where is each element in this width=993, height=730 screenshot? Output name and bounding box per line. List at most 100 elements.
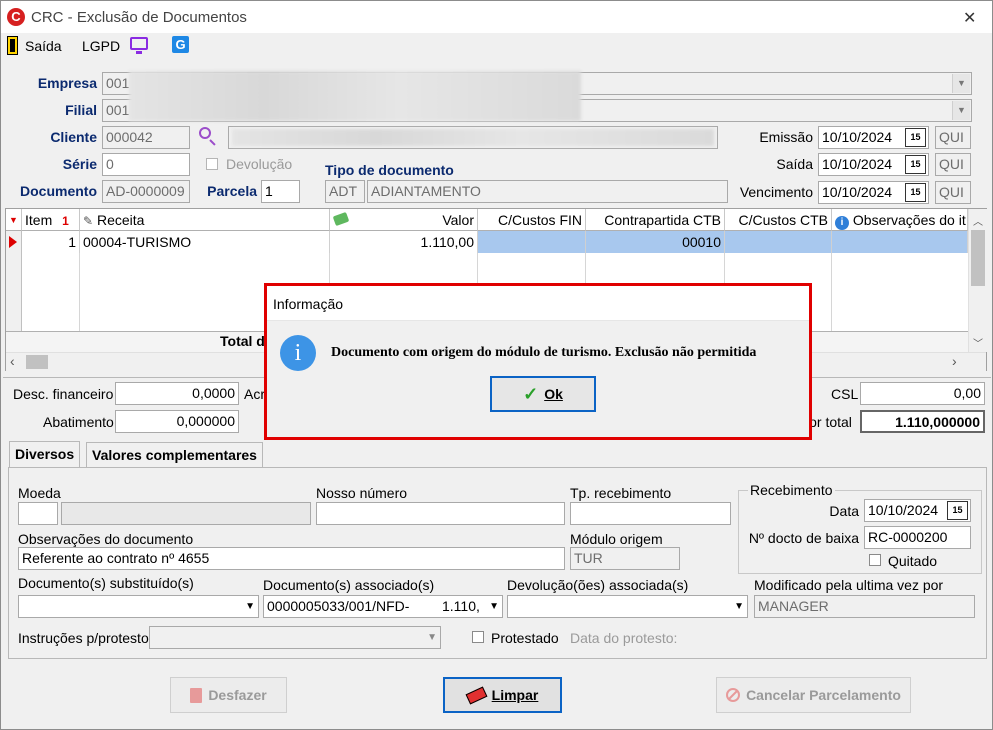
serie-input[interactable]: 0: [102, 153, 190, 176]
chevron-down-icon[interactable]: ▼: [734, 596, 744, 617]
associado-select[interactable]: 0000005033/001/NFD- 1.110, ▼: [263, 595, 503, 618]
filial-label: Filial: [65, 102, 97, 118]
scroll-up-icon[interactable]: ︿: [973, 213, 983, 228]
close-icon[interactable]: ✕: [963, 8, 976, 28]
devolucao-checkbox[interactable]: [206, 158, 218, 170]
exit-button[interactable]: Saída: [25, 38, 62, 54]
data-protesto-label: Data do protesto:: [570, 630, 678, 646]
vertical-scrollbar[interactable]: ︿ ﹀: [968, 209, 987, 352]
docto-baixa-input[interactable]: RC-0000200: [864, 526, 971, 549]
modificado-label: Modificado pela ultima vez por: [754, 577, 944, 593]
cliente-input[interactable]: 000042: [102, 126, 190, 149]
parcela-input[interactable]: 1: [261, 180, 300, 203]
csl-label: CSL: [831, 386, 859, 402]
chevron-down-icon[interactable]: ▼: [952, 101, 970, 120]
tab-valores-complementares[interactable]: Valores complementares: [86, 442, 263, 468]
observacoes-label: Observações do documento: [18, 531, 194, 547]
g-app-icon[interactable]: G: [172, 36, 189, 53]
calendar-icon[interactable]: 15: [905, 155, 926, 174]
nosso-numero-input[interactable]: [316, 502, 565, 525]
app-logo-icon: C: [7, 8, 25, 26]
moeda-input[interactable]: [18, 502, 58, 525]
column-header-item[interactable]: Item 1: [22, 209, 80, 231]
tipo-doc-code[interactable]: ADT: [325, 180, 365, 203]
tab-diversos[interactable]: Diversos: [9, 441, 81, 468]
cell-valor: 1.110,00: [330, 231, 478, 253]
desc-financeiro-label: Desc. financeiro: [13, 386, 114, 402]
cancel-icon: [726, 688, 741, 702]
observacoes-input[interactable]: Referente ao contrato nº 4655: [18, 547, 565, 570]
abatimento-label: Abatimento: [43, 414, 114, 430]
main-window: C CRC - Exclusão de Documentos ✕ Saída L…: [0, 0, 993, 730]
calendar-icon[interactable]: 15: [947, 501, 968, 520]
cancelar-parcelamento-button[interactable]: Cancelar Parcelamento: [716, 677, 911, 713]
column-header-observacoes[interactable]: i Observações do it: [832, 209, 968, 231]
tp-recebimento-input[interactable]: [570, 502, 731, 525]
desc-financeiro-input[interactable]: 0,0000: [115, 382, 239, 405]
column-header-valor[interactable]: Valor: [330, 209, 478, 231]
scroll-down-icon[interactable]: ﹀: [973, 335, 983, 350]
info-icon: i: [835, 216, 849, 230]
ok-button[interactable]: ✓ Ok: [490, 376, 596, 412]
check-icon: ✓: [523, 383, 539, 404]
protestado-checkbox[interactable]: [472, 631, 484, 643]
cell-observacoes: [832, 231, 968, 253]
trash-icon: [190, 687, 203, 703]
title-bar: C CRC - Exclusão de Documentos ✕: [1, 1, 992, 33]
scroll-thumb[interactable]: [971, 230, 985, 286]
instrucoes-label: Instruções p/protesto: [18, 630, 149, 646]
cell-cc-fin: [478, 231, 586, 253]
limpar-button[interactable]: Limpar: [443, 677, 562, 713]
substituido-select[interactable]: ▼: [18, 595, 259, 618]
acr-label: Acr: [244, 386, 265, 402]
moeda-name-field: [61, 502, 311, 525]
scroll-right-icon[interactable]: ›: [952, 353, 957, 369]
eraser-icon: [465, 686, 488, 704]
sort-icon: 1: [62, 214, 69, 228]
chevron-down-icon[interactable]: ▼: [952, 74, 970, 93]
dialog-title-bar: Informação: [267, 286, 809, 321]
info-icon: i: [280, 335, 316, 371]
monitor-icon[interactable]: [130, 37, 148, 54]
scroll-thumb-h[interactable]: [26, 355, 48, 369]
abatimento-input[interactable]: 0,000000: [115, 410, 239, 433]
saida-weekday: QUI: [935, 153, 971, 176]
tp-recebimento-label: Tp. recebimento: [570, 485, 672, 501]
serie-label: Série: [62, 156, 97, 172]
column-header-cc-fin[interactable]: C/Custos FIN: [478, 209, 586, 231]
desfazer-button[interactable]: Desfazer: [170, 677, 287, 713]
emissao-label: Emissão: [759, 129, 813, 145]
moeda-label: Moeda: [18, 485, 61, 501]
quitado-checkbox[interactable]: [869, 554, 881, 566]
chevron-down-icon[interactable]: ▼: [245, 596, 255, 617]
quitado-label: Quitado: [888, 553, 938, 569]
exit-icon[interactable]: [7, 36, 18, 55]
column-header-cc-ctb[interactable]: C/Custos CTB: [725, 209, 832, 231]
cell-cc-ctb: [725, 231, 832, 253]
instrucoes-select[interactable]: ▼: [149, 626, 441, 649]
valor-total-label: lor total: [806, 414, 852, 430]
edit-icon: ✎: [83, 214, 94, 228]
money-icon: [332, 211, 350, 227]
devolucao-assoc-label: Devolução(ões) associada(s): [507, 577, 689, 593]
tipo-doc-label: Tipo de documento: [325, 162, 454, 178]
recebimento-group-label: Recebimento: [748, 482, 835, 498]
associado-amount: 1.110,: [442, 598, 480, 614]
chevron-down-icon[interactable]: ▼: [489, 596, 499, 617]
table-row[interactable]: 1 00004-TURISMO 1.110,00 00010: [6, 231, 968, 253]
documento-input[interactable]: AD-0000009: [102, 180, 190, 203]
search-icon[interactable]: [199, 127, 216, 146]
nosso-numero-label: Nosso número: [316, 485, 408, 501]
scroll-left-icon[interactable]: ‹: [10, 353, 15, 369]
docto-baixa-label: Nº docto de baixa: [748, 530, 859, 546]
filial-code: 001: [106, 102, 130, 118]
lgpd-button[interactable]: LGPD: [82, 38, 120, 54]
devolucao-assoc-select[interactable]: ▼: [507, 595, 748, 618]
csl-input[interactable]: 0,00: [860, 382, 985, 405]
cliente-label: Cliente: [50, 129, 97, 145]
column-header-receita[interactable]: ✎ Receita: [80, 209, 330, 231]
calendar-icon[interactable]: 15: [905, 128, 926, 147]
calendar-icon[interactable]: 15: [905, 183, 926, 202]
chevron-down-icon[interactable]: ▼: [427, 627, 437, 648]
column-header-contrapartida[interactable]: Contrapartida CTB: [586, 209, 725, 231]
